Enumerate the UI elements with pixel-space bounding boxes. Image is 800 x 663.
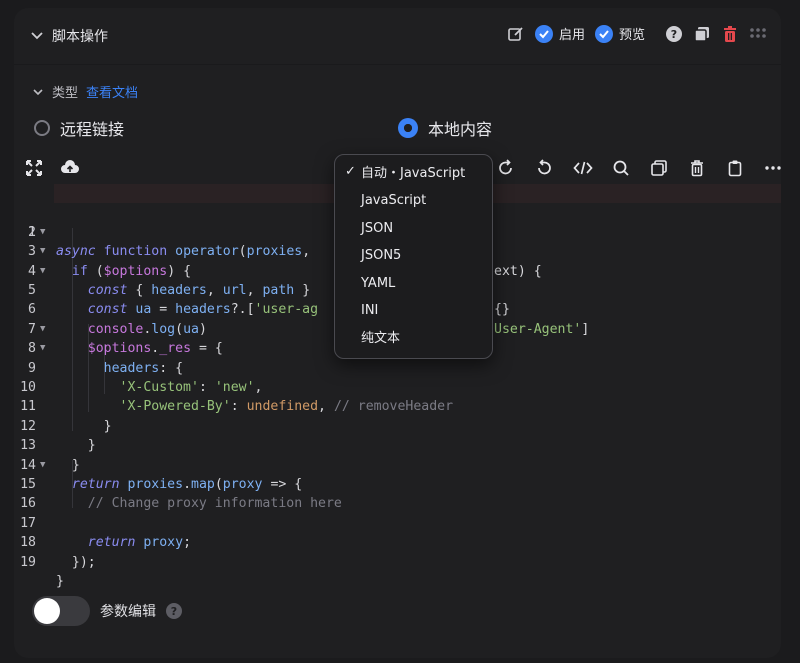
view-docs-link[interactable]: 查看文档: [86, 82, 138, 101]
dropdown-option-plain-text[interactable]: 纯文本: [361, 329, 400, 349]
dropdown-option-javascript[interactable]: JavaScript: [361, 191, 426, 211]
enable-label: 启用: [558, 28, 585, 43]
check-circle-icon: [534, 24, 553, 43]
undo-icon[interactable]: [496, 158, 516, 178]
preview-toggle[interactable]: 预览: [594, 24, 645, 43]
search-icon[interactable]: [611, 158, 631, 178]
checkmark-icon: ✓: [345, 164, 356, 179]
collapse-toggle[interactable]: 脚本操作: [30, 26, 108, 46]
clear-icon[interactable]: [687, 158, 707, 178]
radio-local-content[interactable]: 本地内容: [398, 116, 492, 140]
dropdown-option-yaml[interactable]: YAML: [361, 274, 395, 294]
chevron-down-icon[interactable]: [32, 86, 44, 98]
dropdown-option-json5[interactable]: JSON5: [361, 246, 401, 266]
code-line: 4 ▼ const { headers, url, path } {}: [28, 263, 510, 318]
params-label: 参数编辑: [100, 604, 156, 620]
code-line: 2: [28, 224, 36, 240]
type-row: 类型 查看文档: [32, 82, 138, 101]
copy-icon[interactable]: [693, 25, 711, 43]
radio-checked-icon: [398, 118, 418, 138]
dropdown-option-auto[interactable]: 自动・JavaScript: [361, 164, 465, 184]
type-label: 类型: [52, 86, 79, 101]
code-line: 18 });: [20, 535, 96, 570]
language-dropdown-menu: ✓ 自动・JavaScript JavaScript JSON JSON5 YA…: [334, 154, 493, 359]
help-icon[interactable]: ?: [166, 603, 182, 619]
radio-remote-link[interactable]: 远程链接: [34, 116, 124, 140]
code-line: 9 'X-Custom': 'new',: [28, 360, 263, 395]
script-operation-panel: 脚本操作 启用 预览 ? 类型 查看文档 远程链接 本地内容 1 ▼ async…: [14, 8, 781, 658]
code-icon[interactable]: [573, 158, 593, 178]
toggle-knob: [34, 598, 60, 624]
params-row: 参数编辑 ?: [32, 596, 182, 626]
code-line: 17 return proxy;: [20, 515, 192, 551]
help-icon[interactable]: ?: [665, 25, 683, 43]
code-line: 10 'X-Powered-By': undefined, // removeH…: [20, 380, 454, 415]
copy-code-icon[interactable]: [649, 158, 669, 178]
code-line: 14 ▼ return proxies.map(proxy => {: [20, 457, 303, 492]
radio-local-label: 本地内容: [428, 120, 493, 139]
chevron-down-icon: [31, 32, 43, 40]
code-line: 16: [20, 496, 36, 512]
code-line: 7 ▼ $options._res = {: [28, 321, 223, 357]
panel-title: 脚本操作: [52, 29, 108, 45]
paste-icon[interactable]: [725, 158, 745, 178]
drag-handle-icon[interactable]: [749, 25, 767, 43]
dropdown-option-json[interactable]: JSON: [361, 219, 393, 239]
dropdown-option-ini[interactable]: INI: [361, 301, 378, 321]
code-line: 19 }: [20, 554, 64, 589]
panel-header: 脚本操作 启用 预览 ?: [14, 8, 781, 64]
more-icon[interactable]: [763, 158, 783, 178]
radio-remote-label: 远程链接: [60, 120, 125, 139]
fullscreen-icon[interactable]: [24, 158, 44, 178]
delete-icon[interactable]: [721, 25, 739, 43]
code-line: 15 // Change proxy information here: [20, 477, 342, 512]
source-radio-group: 远程链接 本地内容: [34, 116, 774, 140]
header-divider: [14, 64, 781, 65]
code-line: 8 ▼ headers: {: [28, 341, 184, 376]
code-line: 6 console.log(ua): [28, 302, 207, 337]
enable-toggle[interactable]: 启用: [534, 24, 585, 43]
svg-text:?: ?: [671, 28, 677, 41]
code-line: 11 }: [20, 399, 112, 434]
cloud-upload-icon[interactable]: [60, 158, 80, 178]
code-line: 5 const ua = headers?.['user-ag User-Age…: [28, 283, 590, 337]
preview-label: 预览: [618, 28, 645, 43]
code-line: 12 }: [20, 418, 96, 454]
params-toggle[interactable]: [32, 596, 90, 626]
code-line: 3 ▼ if ($options) {: [28, 244, 192, 279]
code-line: 13 }: [20, 438, 80, 473]
edit-icon[interactable]: [507, 25, 525, 43]
redo-icon[interactable]: [534, 158, 554, 178]
radio-unchecked-icon: [34, 120, 50, 136]
check-circle-icon: [594, 24, 613, 43]
